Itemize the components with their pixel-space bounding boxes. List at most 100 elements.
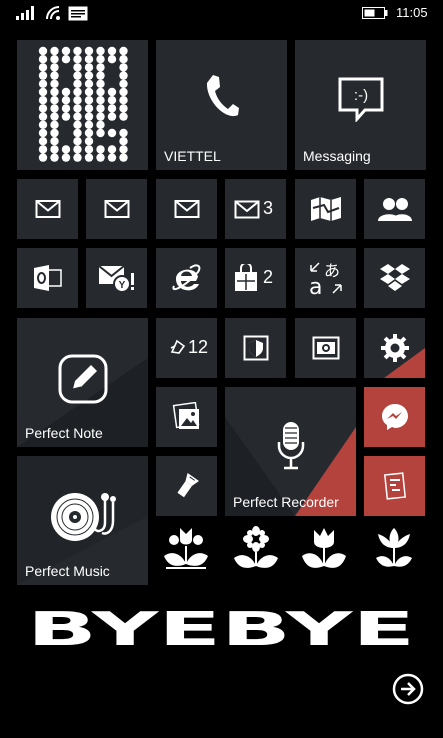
perfect-music-label: Perfect Music — [25, 563, 110, 579]
perfect-note-label: Perfect Note — [25, 425, 103, 441]
clock-dot — [95, 128, 105, 138]
lotus-flower-icon — [376, 528, 412, 567]
clock-dot — [38, 153, 47, 162]
notification-tile[interactable]: 12 — [156, 318, 217, 378]
mail-icon — [174, 200, 199, 218]
status-time: 11:05 — [396, 5, 428, 20]
clock-dot — [61, 55, 70, 64]
clock-dot — [72, 46, 82, 56]
clock-dot — [95, 87, 105, 97]
settings-tile[interactable] — [364, 318, 425, 378]
clock-dot — [38, 145, 47, 154]
clock-dot — [95, 55, 105, 64]
translator-tile[interactable]: a あ — [295, 248, 356, 308]
clock-dot — [38, 128, 47, 138]
clock-dot — [118, 55, 128, 64]
clock-tile[interactable] — [17, 40, 148, 170]
clock-dot — [72, 145, 82, 154]
clock-dot — [61, 153, 70, 162]
people-icon — [377, 198, 412, 221]
red-app-tile[interactable] — [364, 456, 425, 516]
clock-dot — [107, 46, 116, 56]
yahoo-mail-tile[interactable]: Y — [86, 248, 147, 308]
notification-count: 12 — [188, 337, 209, 357]
clock-dot — [84, 104, 93, 113]
clock-dot — [72, 96, 82, 105]
clock-dot — [118, 96, 128, 105]
clock-dot — [95, 153, 105, 162]
mail-icon — [234, 200, 260, 219]
clock-dot — [84, 46, 93, 56]
clock-dot — [38, 46, 47, 56]
clock-dot — [49, 55, 59, 64]
flashlight-tile[interactable] — [156, 456, 217, 516]
clock-dot — [38, 71, 47, 80]
dropbox-icon — [379, 264, 410, 291]
camera-tile[interactable] — [295, 318, 356, 378]
mail-tile-2[interactable] — [86, 179, 147, 239]
outlook-tile[interactable] — [17, 248, 78, 308]
clock-dot — [72, 79, 82, 88]
perfect-recorder-tile[interactable]: Perfect Recorder — [225, 387, 356, 516]
clock-dot — [107, 153, 116, 162]
phone-tile[interactable]: VIETTEL — [156, 40, 287, 170]
security-tile[interactable] — [225, 318, 286, 378]
clock-dot — [84, 137, 93, 146]
clock-dot — [61, 87, 70, 97]
messaging-glyph: :-) — [353, 87, 367, 104]
mail-icon — [35, 200, 60, 218]
clock-dot — [107, 112, 116, 121]
clock-dot — [118, 87, 128, 97]
clock-dot — [49, 46, 59, 56]
messaging-label: Messaging — [303, 148, 371, 164]
clock-dot — [84, 96, 93, 105]
mail-tile-3[interactable] — [156, 179, 217, 239]
mail-tile-4[interactable]: 3 — [225, 179, 286, 239]
gear-icon — [380, 334, 409, 362]
mail-icon — [104, 200, 129, 218]
perfect-music-tile[interactable]: Perfect Music — [17, 456, 148, 585]
clock-dot — [72, 87, 82, 97]
clock-dot — [38, 112, 47, 121]
clock-dot — [49, 96, 59, 105]
perfect-note-tile[interactable]: Perfect Note — [17, 318, 148, 447]
svg-text:BYEBYE: BYEBYE — [27, 604, 415, 654]
clock-dot — [84, 153, 93, 162]
perfect-recorder-label: Perfect Recorder — [233, 494, 339, 510]
clock-dot — [72, 153, 82, 162]
internet-explorer-icon — [171, 264, 200, 291]
photos-icon — [172, 402, 199, 429]
arrow-right-circle-icon[interactable] — [392, 673, 424, 705]
clock-dot — [107, 104, 116, 113]
dropbox-tile[interactable] — [364, 248, 425, 308]
outlook-icon — [33, 265, 62, 291]
daisy-flower-icon — [234, 526, 278, 568]
byebye-text: BYEBYE — [27, 604, 415, 654]
clock-dot — [72, 137, 82, 146]
clock-dot — [72, 128, 82, 138]
store-tile[interactable]: 2 — [225, 248, 286, 308]
messenger-icon — [381, 404, 408, 430]
clock-dot — [61, 96, 70, 105]
clock-dot — [118, 79, 128, 88]
clock-dot — [38, 120, 47, 129]
microphone-icon — [277, 421, 304, 469]
clock-dot — [38, 87, 47, 97]
messenger-tile[interactable] — [364, 387, 425, 447]
mail-tile-1[interactable] — [17, 179, 78, 239]
battery-icon — [362, 7, 388, 19]
clock-dot — [95, 46, 105, 56]
people-tile[interactable] — [364, 179, 425, 239]
translator-icon: a あ — [309, 261, 342, 297]
note-pencil-icon — [58, 354, 107, 404]
internet-explorer-tile[interactable] — [156, 248, 217, 308]
photos-tile[interactable] — [156, 387, 217, 447]
signal-icon — [16, 6, 34, 20]
wifi-icon — [46, 6, 60, 20]
clock-dot — [38, 63, 47, 72]
clock-dot — [84, 145, 93, 154]
clock-dot — [61, 104, 70, 113]
messaging-tile[interactable]: :-) Messaging — [295, 40, 426, 170]
clock-dot — [84, 79, 93, 88]
maps-tile[interactable] — [295, 179, 356, 239]
